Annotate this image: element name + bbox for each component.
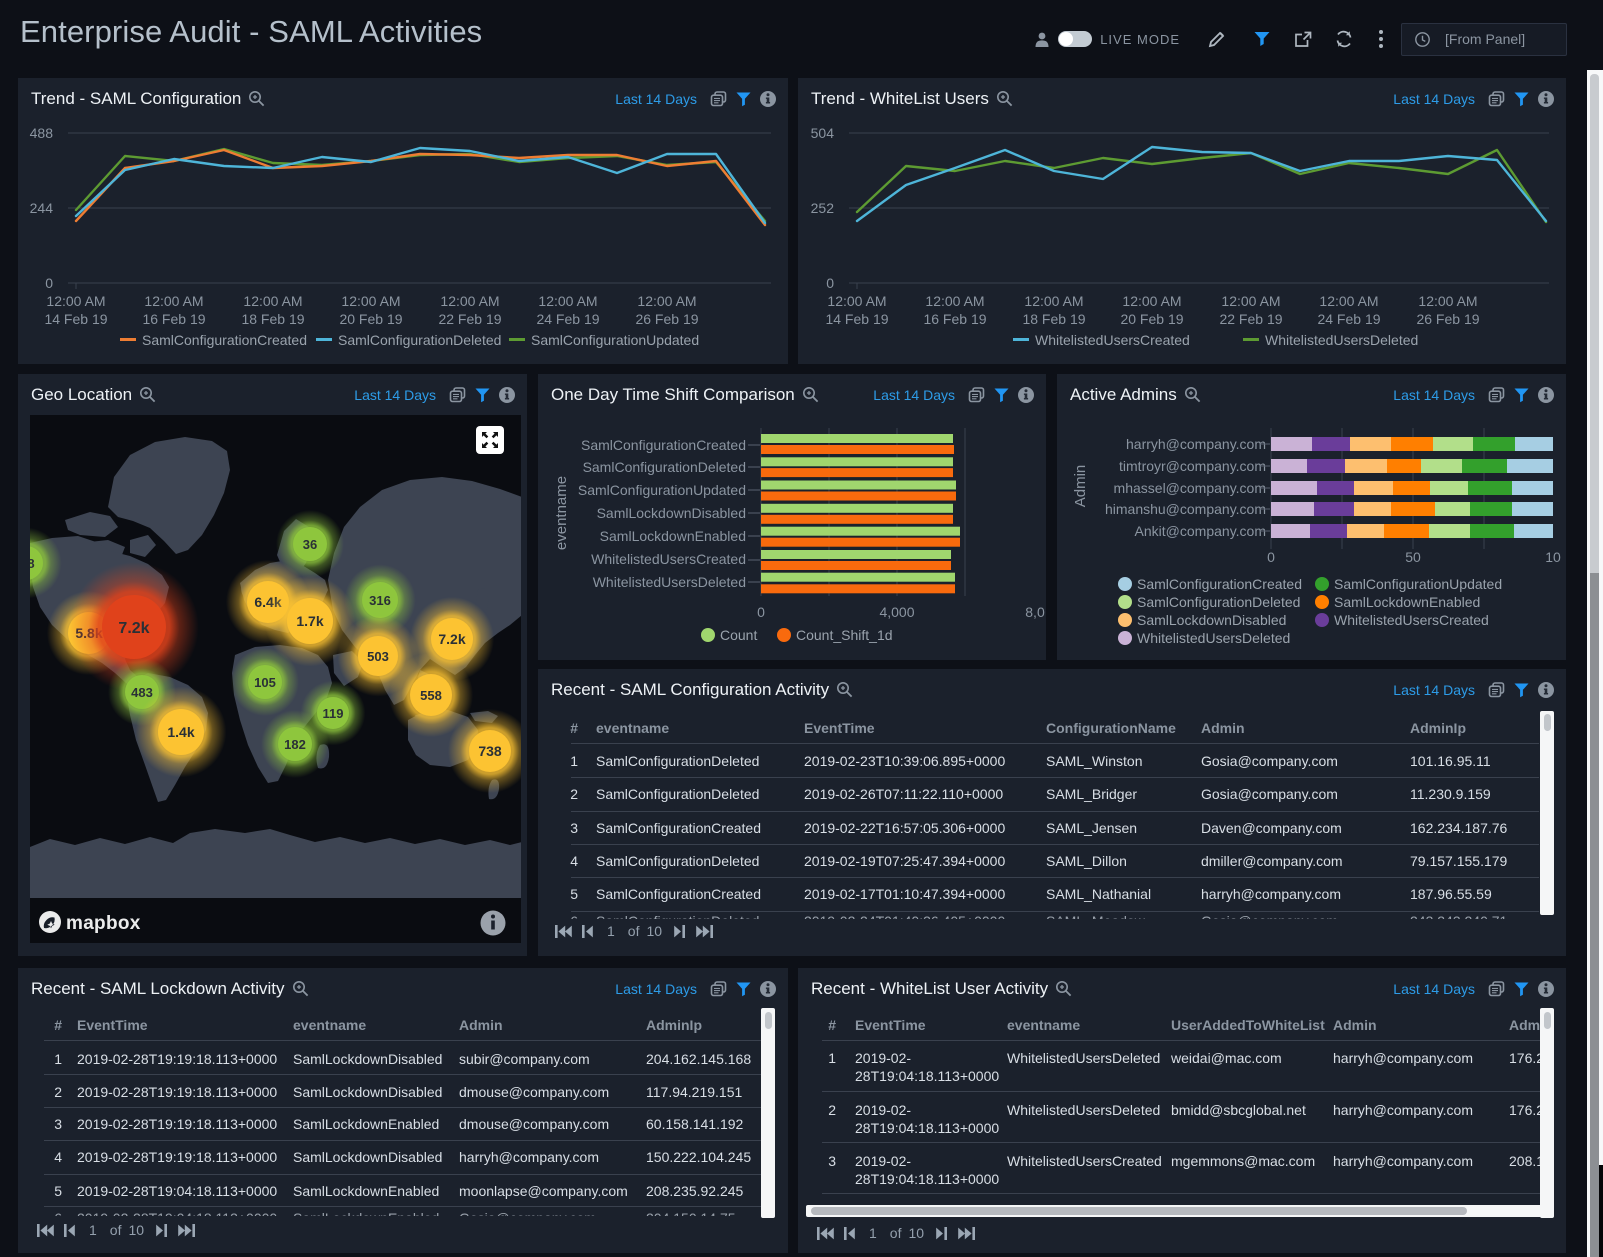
svg-text:SamlConfigurationDeleted: SamlConfigurationDeleted — [338, 332, 501, 348]
svg-text:12:00 AM: 12:00 AM — [341, 293, 400, 309]
svg-text:26 Feb 19: 26 Feb 19 — [1416, 311, 1479, 327]
svg-text:244: 244 — [30, 200, 54, 216]
svg-text:504: 504 — [811, 125, 835, 141]
svg-text:12:00 AM: 12:00 AM — [46, 293, 105, 309]
svg-text:eventname: eventname — [553, 476, 570, 550]
svg-text:12:00 AM: 12:00 AM — [243, 293, 302, 309]
svg-text:18 Feb 19: 18 Feb 19 — [1022, 311, 1085, 327]
svg-text:SamlLockdownDisabled: SamlLockdownDisabled — [597, 505, 746, 521]
svg-text:22 Feb 19: 22 Feb 19 — [1219, 311, 1282, 327]
svg-text:12:00 AM: 12:00 AM — [1122, 293, 1181, 309]
svg-text:SamlLockdownEnabled: SamlLockdownEnabled — [600, 528, 746, 544]
svg-text:WhitelistedUsersDeleted: WhitelistedUsersDeleted — [1137, 630, 1290, 646]
svg-text:26 Feb 19: 26 Feb 19 — [635, 311, 698, 327]
svg-text:0: 0 — [826, 275, 834, 291]
svg-text:12:00 AM: 12:00 AM — [144, 293, 203, 309]
svg-text:harryh@company.com: harryh@company.com — [1126, 436, 1266, 452]
svg-text:12:00 AM: 12:00 AM — [637, 293, 696, 309]
svg-text:Admin: Admin — [1072, 465, 1089, 508]
svg-text:4,000: 4,000 — [879, 604, 914, 620]
svg-text:0: 0 — [45, 275, 53, 291]
svg-text:12:00 AM: 12:00 AM — [1221, 293, 1280, 309]
svg-text:12:00 AM: 12:00 AM — [538, 293, 597, 309]
svg-text:14 Feb 19: 14 Feb 19 — [825, 311, 888, 327]
svg-text:316: 316 — [369, 593, 391, 608]
svg-text:16 Feb 19: 16 Feb 19 — [142, 311, 205, 327]
svg-text:WhitelistedUsersDeleted: WhitelistedUsersDeleted — [593, 574, 746, 590]
svg-text:12:00 AM: 12:00 AM — [1024, 293, 1083, 309]
svg-text:558: 558 — [420, 688, 442, 703]
svg-text:Ankit@company.com: Ankit@company.com — [1135, 523, 1266, 539]
svg-text:SamlConfigurationDeleted: SamlConfigurationDeleted — [1137, 594, 1300, 610]
svg-text:7.2k: 7.2k — [438, 631, 465, 647]
svg-text:16 Feb 19: 16 Feb 19 — [923, 311, 986, 327]
svg-text:SamlLockdownEnabled: SamlLockdownEnabled — [1334, 594, 1480, 610]
svg-text:SamlConfigurationCreated: SamlConfigurationCreated — [142, 332, 307, 348]
svg-text:WhitelistedUsersCreated: WhitelistedUsersCreated — [1035, 332, 1190, 348]
svg-text:SamlConfigurationUpdated: SamlConfigurationUpdated — [531, 332, 699, 348]
svg-text:himanshu@company.com: himanshu@company.com — [1105, 501, 1266, 517]
svg-text:SamlConfigurationDeleted: SamlConfigurationDeleted — [583, 459, 746, 475]
svg-text:738: 738 — [478, 743, 502, 759]
svg-text:252: 252 — [811, 200, 835, 216]
svg-text:12:00 AM: 12:00 AM — [1418, 293, 1477, 309]
svg-text:12:00 AM: 12:00 AM — [925, 293, 984, 309]
svg-text:14 Feb 19: 14 Feb 19 — [44, 311, 107, 327]
svg-text:Count: Count — [720, 627, 757, 643]
svg-text:7.2k: 7.2k — [118, 620, 149, 637]
svg-text:119: 119 — [323, 706, 344, 721]
svg-text:488: 488 — [30, 125, 54, 141]
svg-text:WhitelistedUsersDeleted: WhitelistedUsersDeleted — [1265, 332, 1418, 348]
svg-text:12:00 AM: 12:00 AM — [1319, 293, 1378, 309]
svg-text:Count_Shift_1d: Count_Shift_1d — [796, 627, 893, 643]
svg-text:0: 0 — [1267, 549, 1275, 565]
svg-text:SamlConfigurationUpdated: SamlConfigurationUpdated — [1334, 576, 1502, 592]
svg-text:105: 105 — [254, 675, 276, 690]
svg-text:mhassel@company.com: mhassel@company.com — [1114, 480, 1266, 496]
svg-text:SamlConfigurationUpdated: SamlConfigurationUpdated — [578, 482, 746, 498]
svg-text:20 Feb 19: 20 Feb 19 — [1120, 311, 1183, 327]
svg-text:8: 8 — [30, 556, 35, 571]
svg-text:24 Feb 19: 24 Feb 19 — [536, 311, 599, 327]
svg-text:18 Feb 19: 18 Feb 19 — [241, 311, 304, 327]
svg-text:mapbox: mapbox — [66, 913, 141, 934]
svg-text:SamlLockdownDisabled: SamlLockdownDisabled — [1137, 612, 1286, 628]
svg-text:22 Feb 19: 22 Feb 19 — [438, 311, 501, 327]
svg-text:182: 182 — [284, 737, 306, 752]
svg-text:12:00 AM: 12:00 AM — [827, 293, 886, 309]
svg-text:503: 503 — [367, 649, 389, 664]
svg-text:WhitelistedUsersCreated: WhitelistedUsersCreated — [591, 551, 746, 567]
svg-text:20 Feb 19: 20 Feb 19 — [339, 311, 402, 327]
svg-text:483: 483 — [131, 685, 153, 700]
svg-text:50: 50 — [1405, 549, 1421, 565]
svg-text:0: 0 — [757, 604, 765, 620]
svg-text:SamlConfigurationCreated: SamlConfigurationCreated — [581, 437, 746, 453]
svg-text:timtroyr@company.com: timtroyr@company.com — [1119, 458, 1266, 474]
svg-text:24 Feb 19: 24 Feb 19 — [1317, 311, 1380, 327]
svg-text:SamlConfigurationCreated: SamlConfigurationCreated — [1137, 576, 1302, 592]
svg-text:10: 10 — [1545, 549, 1561, 565]
svg-text:1.7k: 1.7k — [296, 613, 323, 629]
svg-text:WhitelistedUsersCreated: WhitelistedUsersCreated — [1334, 612, 1489, 628]
svg-text:12:00 AM: 12:00 AM — [440, 293, 499, 309]
svg-text:1.4k: 1.4k — [167, 724, 194, 740]
svg-text:8,0: 8,0 — [1025, 604, 1045, 620]
svg-text:36: 36 — [303, 537, 317, 552]
